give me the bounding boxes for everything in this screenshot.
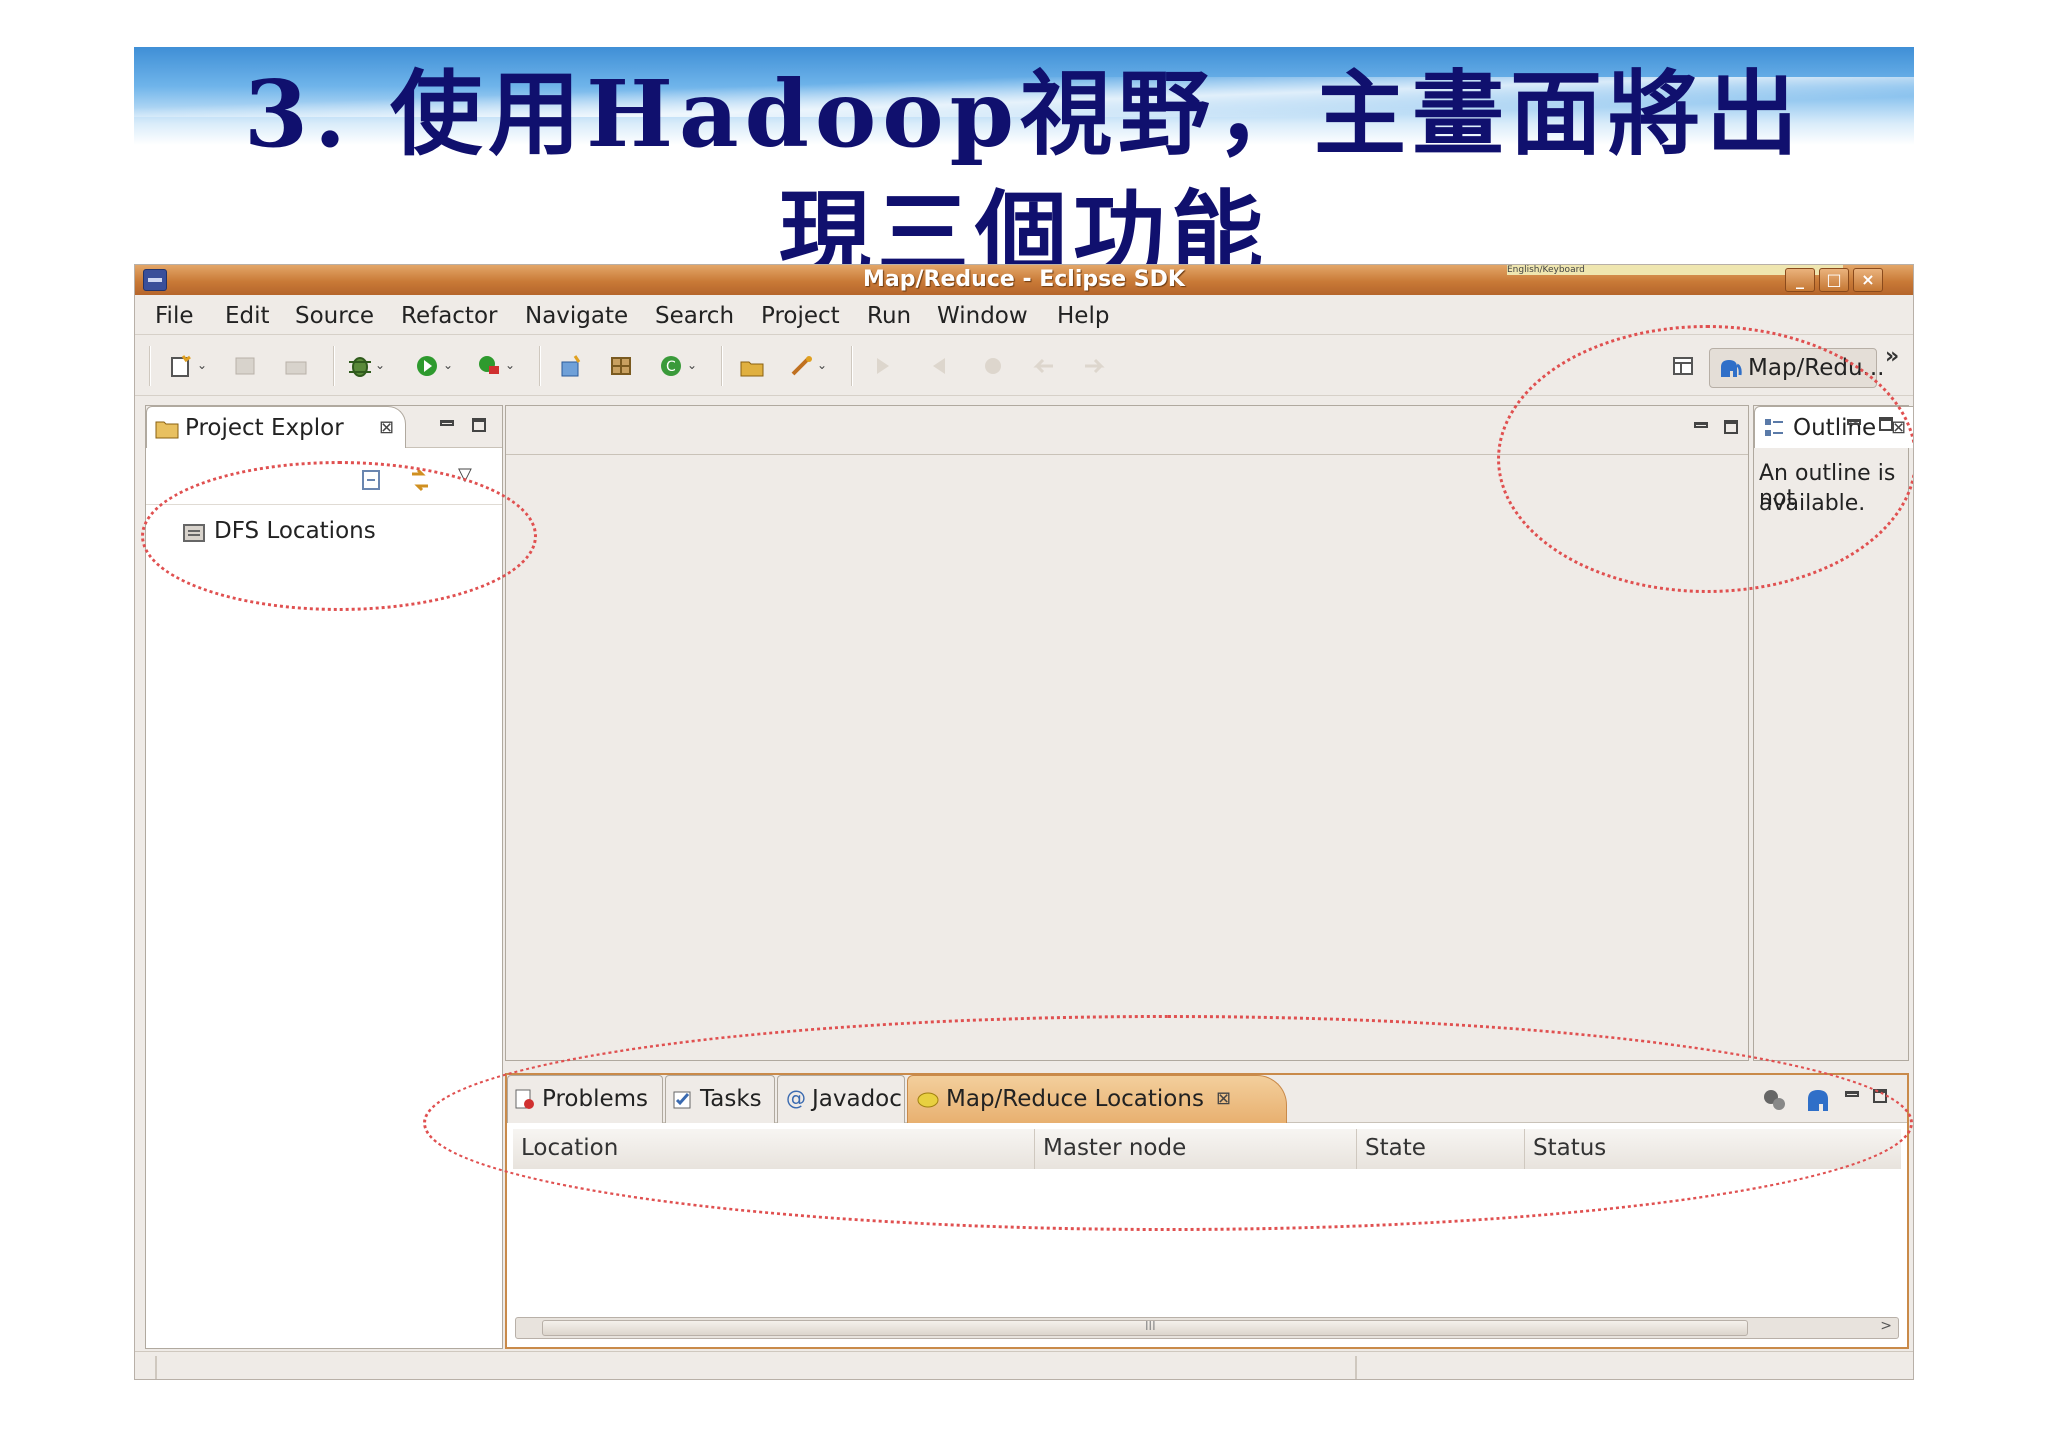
- search-tool-icon[interactable]: [789, 354, 815, 378]
- scrollbar-thumb[interactable]: III: [542, 1319, 1748, 1336]
- eclipse-window: Map/Reduce - Eclipse SDK English/Keyboar…: [134, 264, 1914, 1380]
- menu-edit[interactable]: Edit: [225, 303, 270, 329]
- new-java-project-icon[interactable]: [559, 354, 585, 378]
- menu-search[interactable]: Search: [655, 303, 734, 329]
- tab-label: Project Explor: [185, 415, 344, 441]
- save-icon: [235, 357, 255, 375]
- new-class-icon[interactable]: C: [659, 354, 685, 378]
- chevron-down-icon[interactable]: ⌄: [375, 358, 385, 372]
- print-icon: [285, 361, 307, 375]
- svg-text:C: C: [666, 359, 676, 375]
- last-edit-icon: [985, 358, 1001, 374]
- toolbar-separator: [851, 346, 853, 386]
- status-separator: [1355, 1356, 1357, 1379]
- chevron-down-icon[interactable]: ⌄: [197, 358, 207, 372]
- menu-help[interactable]: Help: [1057, 303, 1109, 329]
- toolbar-separator: [721, 346, 723, 386]
- chevron-down-icon[interactable]: ⌄: [443, 358, 453, 372]
- scroll-right-arrow[interactable]: >: [1880, 1318, 1892, 1334]
- run-icon[interactable]: [415, 354, 441, 378]
- forward-icon: [1085, 358, 1105, 374]
- maximize-button[interactable]: □: [1819, 268, 1849, 292]
- previous-annotation-icon: [933, 358, 945, 374]
- debug-icon[interactable]: [347, 354, 373, 378]
- project-explorer-header: Project Explor ⊠: [146, 406, 502, 448]
- slide-title-line1: 3. 使用Hadoop視野，主畫面將出: [244, 60, 1804, 168]
- menu-run[interactable]: Run: [867, 303, 911, 329]
- highlight-ellipse-outline: [1497, 325, 1913, 593]
- folder-icon: [155, 421, 179, 439]
- maximize-view-icon[interactable]: [472, 418, 486, 432]
- new-package-icon[interactable]: [609, 354, 635, 378]
- new-icon[interactable]: [169, 354, 195, 378]
- menu-refactor[interactable]: Refactor: [401, 303, 497, 329]
- menu-file[interactable]: File: [155, 303, 194, 329]
- status-separator: [155, 1356, 157, 1379]
- next-annotation-icon: [877, 358, 889, 374]
- close-icon[interactable]: ⊠: [379, 417, 394, 438]
- chevron-down-icon[interactable]: ⌄: [687, 358, 697, 372]
- minimize-button[interactable]: _: [1785, 268, 1815, 292]
- minimize-view-icon[interactable]: [440, 420, 454, 426]
- highlight-ellipse-explorer: [141, 461, 537, 611]
- open-type-icon[interactable]: [739, 354, 765, 378]
- window-titlebar[interactable]: Map/Reduce - Eclipse SDK English/Keyboar…: [135, 265, 1913, 295]
- chevron-down-icon[interactable]: ⌄: [817, 358, 827, 372]
- menu-project[interactable]: Project: [761, 303, 840, 329]
- horizontal-scrollbar[interactable]: III >: [515, 1317, 1899, 1339]
- menu-bar: File Edit Source Refactor Navigate Searc…: [135, 295, 1913, 335]
- status-bar: [135, 1351, 1913, 1379]
- toolbar-separator: [149, 346, 151, 386]
- external-tools-icon[interactable]: [477, 354, 503, 378]
- menu-source[interactable]: Source: [295, 303, 374, 329]
- chevron-down-icon[interactable]: ⌄: [505, 358, 515, 372]
- tab-project-explorer[interactable]: Project Explor ⊠: [146, 406, 406, 448]
- toolbar-separator: [333, 346, 335, 386]
- scrollbar-grip: III: [1145, 1319, 1156, 1333]
- menu-window[interactable]: Window: [937, 303, 1028, 329]
- highlight-ellipse-locations: [423, 1015, 1913, 1231]
- slide-title-line2: 現三個功能: [778, 180, 1269, 268]
- close-button[interactable]: ×: [1853, 268, 1883, 292]
- menu-navigate[interactable]: Navigate: [525, 303, 628, 329]
- toolbar-separator: [539, 346, 541, 386]
- back-icon: [1033, 358, 1053, 374]
- more-perspectives-button[interactable]: »: [1885, 344, 1899, 369]
